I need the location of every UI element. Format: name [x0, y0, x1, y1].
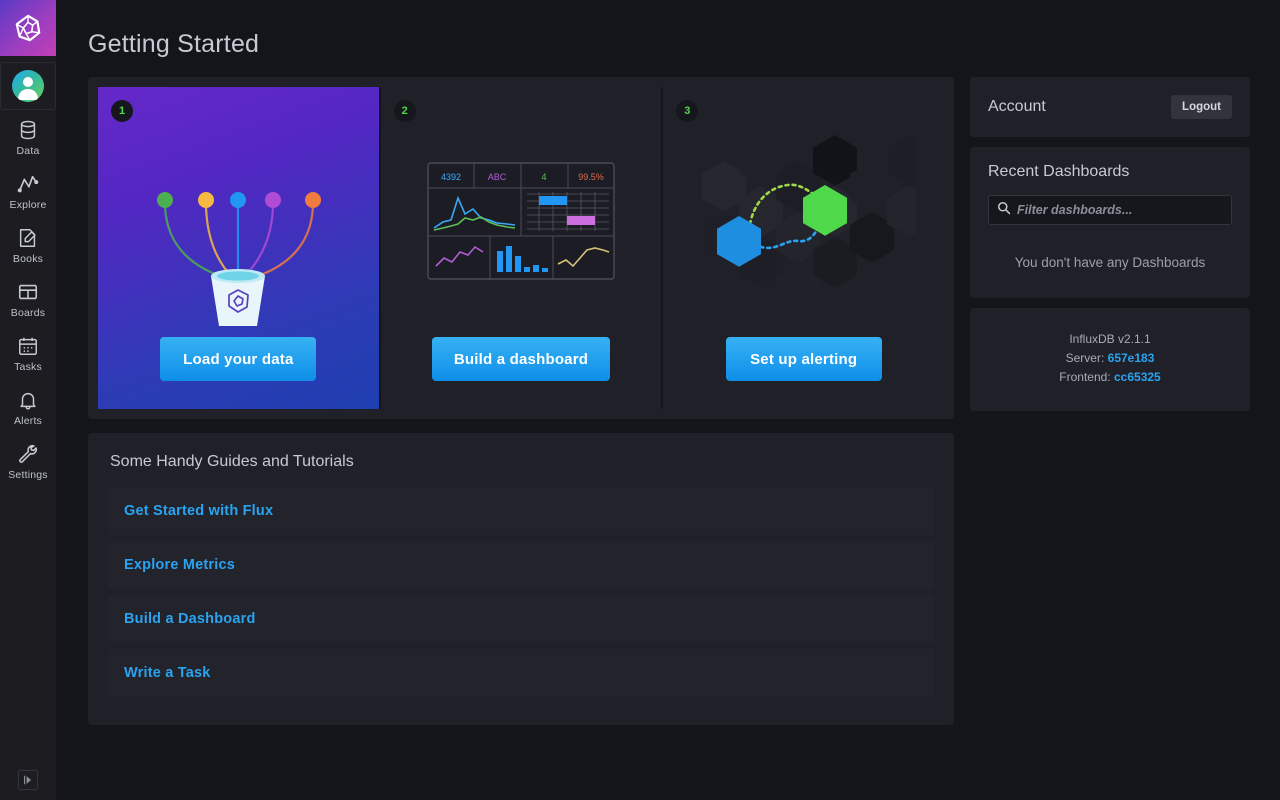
mini-dashboard-illustration: 4392 ABC 4 99.5% [381, 87, 662, 337]
data-bucket-with-sources-illustration [98, 87, 379, 337]
hexagon-network-illustration [663, 87, 944, 337]
guide-link-label: Build a Dashboard [124, 611, 256, 627]
guides-panel: Some Handy Guides and Tutorials Get Star… [88, 433, 954, 725]
wrench-icon [17, 443, 39, 465]
influxdb-logo-glyph [15, 14, 41, 42]
load-your-data-button[interactable]: Load your data [160, 337, 317, 381]
influxdb-logo-icon[interactable] [0, 0, 56, 56]
calendar-icon [17, 335, 39, 357]
svg-text:4: 4 [541, 172, 546, 182]
guide-link-row[interactable]: Write a Task [108, 649, 934, 697]
step-load-data: 1 Load your data [98, 87, 381, 409]
sidebar-item-label: Boards [10, 307, 46, 319]
database-icon [17, 119, 39, 141]
svg-text:4392: 4392 [441, 172, 461, 182]
main-content: Getting Started 1 Load your data 2 4392 … [56, 0, 1280, 800]
step-build-dashboard: 2 4392 ABC 4 99.5% Build a dashboard [381, 87, 664, 409]
step-badge: 2 [393, 100, 416, 122]
account-panel: Account Logout [970, 77, 1250, 137]
frontend-label: Frontend: [1059, 370, 1111, 384]
server-label: Server: [1065, 351, 1105, 365]
sidebar-item-label: Tasks [14, 361, 42, 373]
dashboard-filter[interactable] [988, 195, 1232, 225]
guide-link-row[interactable]: Get Started with Flux [108, 487, 934, 535]
sidebar-item-label: Settings [8, 469, 48, 481]
empty-dashboards-message: You don't have any Dashboards [1014, 255, 1206, 270]
recent-dashboards-panel: Recent Dashboards You don't have any Das… [970, 147, 1250, 298]
left-nav: Data Explore Books Boards Tasks Alerts S… [0, 0, 56, 800]
server-hash[interactable]: 657e183 [1108, 351, 1155, 365]
right-column: Account Logout Recent Dashboards Filter … [970, 77, 1250, 725]
line-graph-icon [17, 173, 39, 195]
version-panel: InfluxDB v2.1.1 Server: 657e183 Frontend… [970, 308, 1250, 411]
set-up-alerting-button[interactable]: Set up alerting [725, 337, 882, 381]
step-set-up-alerting: 3 Set up alerting [663, 87, 944, 409]
sidebar-item-data[interactable]: Data [0, 110, 56, 164]
recent-dashboards-title: Recent Dashboards [988, 163, 1130, 180]
user-avatar-icon [12, 70, 44, 102]
frontend-version-line: Frontend: cc65325 [970, 368, 1250, 387]
sidebar-item-label: Data [16, 145, 40, 157]
app-root: Data Explore Books Boards Tasks Alerts S… [0, 0, 1280, 800]
bell-icon [17, 389, 39, 411]
server-version-line: Server: 657e183 [970, 349, 1250, 368]
sidebar-item-label: Explore [9, 199, 47, 211]
sidebar-item-label: Books [12, 253, 44, 265]
product-version: InfluxDB v2.1.1 [1069, 332, 1151, 346]
svg-text:99.5%: 99.5% [578, 172, 604, 182]
user-avatar-button[interactable] [0, 62, 56, 110]
guides-title: Some Handy Guides and Tutorials [110, 453, 354, 470]
guide-link-row[interactable]: Explore Metrics [108, 541, 934, 589]
notebook-pencil-icon [17, 227, 39, 249]
page-title: Getting Started [88, 30, 260, 58]
sidebar-item-label: Alerts [13, 415, 43, 427]
left-column: 1 Load your data 2 4392 ABC 4 99.5% Buil… [88, 77, 954, 725]
sidebar-item-explore[interactable]: Explore [0, 164, 56, 218]
getting-started-steps: 1 Load your data 2 4392 ABC 4 99.5% Buil… [88, 77, 954, 419]
svg-text:ABC: ABC [488, 172, 507, 182]
sidebar-item-tasks[interactable]: Tasks [0, 326, 56, 380]
dashboard-filter-input[interactable] [1017, 203, 1223, 217]
guide-link-label: Explore Metrics [124, 557, 235, 573]
guide-link-row[interactable]: Build a Dashboard [108, 595, 934, 643]
frontend-hash[interactable]: cc65325 [1114, 370, 1161, 384]
sidebar-item-boards[interactable]: Boards [0, 272, 56, 326]
search-icon [997, 201, 1011, 220]
sidebar-item-settings[interactable]: Settings [0, 434, 56, 488]
expand-panel-icon[interactable] [18, 770, 38, 790]
sidebar-item-books[interactable]: Books [0, 218, 56, 272]
account-title: Account [988, 98, 1046, 115]
guide-link-label: Write a Task [124, 665, 211, 681]
dashboard-grid-icon [17, 281, 39, 303]
guide-link-label: Get Started with Flux [124, 503, 274, 519]
logout-button[interactable]: Logout [1171, 95, 1232, 119]
sidebar-item-alerts[interactable]: Alerts [0, 380, 56, 434]
content-columns: 1 Load your data 2 4392 ABC 4 99.5% Buil… [56, 59, 1280, 725]
person-glyph [18, 77, 38, 100]
build-a-dashboard-button[interactable]: Build a dashboard [431, 337, 611, 381]
step-badge: 1 [111, 100, 133, 122]
